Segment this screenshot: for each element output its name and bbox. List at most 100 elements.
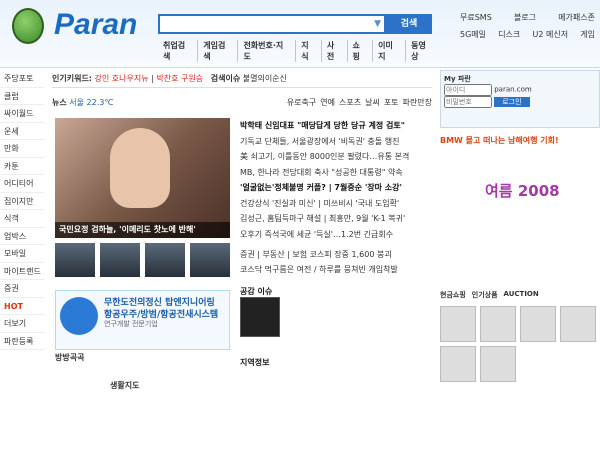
left-menu-item[interactable]: HOT xyxy=(0,298,44,315)
headline[interactable]: 김성근, 홈팀득마구 해설 | 최홍만, 9월 'K-1 복귀' xyxy=(240,211,435,227)
product-thumb[interactable] xyxy=(520,306,556,342)
mid-panels: 공감 이슈 지역정보 xyxy=(240,286,435,368)
promo-banner[interactable]: 여름 2008 xyxy=(440,160,600,220)
left-menu-item[interactable]: 마이트랜드 xyxy=(0,263,44,280)
info-line[interactable]: 증권 | 부동산 | 보험 코스피 장중 1,600 붕괴 xyxy=(240,247,435,262)
left-menu-item[interactable]: 파란등록 xyxy=(0,333,44,350)
mascot-icon xyxy=(12,8,44,44)
headline[interactable]: 건강상식 '진실과 미신' | 미쓰비시 '국내 도입확' xyxy=(240,196,435,212)
kw-label: 인기키워드: xyxy=(52,74,92,83)
logo[interactable]: Paran xyxy=(54,8,137,42)
kw-item[interactable]: 불멸의이순신 xyxy=(243,74,287,83)
login-button[interactable]: 로그인 xyxy=(494,96,530,107)
left-menu-item[interactable]: 주당포토 xyxy=(0,70,44,88)
section-title: 방방곡곡 xyxy=(55,353,85,362)
header-link[interactable]: 블로그 xyxy=(514,12,536,23)
headline[interactable]: MB, 한나라 전당대회 축사 "성공한 대통령" 약속 xyxy=(240,165,435,181)
news-tabs: 뉴스 서울 22.3℃ 유로축구 연예 스포츠 날씨 포토 파란만장 xyxy=(52,95,432,111)
thumb[interactable] xyxy=(190,243,230,277)
search-input[interactable]: ▼ xyxy=(158,14,386,34)
left-menu-item[interactable]: 집이지만 xyxy=(0,193,44,210)
headline-image[interactable]: 국민요정 검하늘, '이메리도 찻노에 반해' xyxy=(55,118,230,238)
market-info: 증권 | 부동산 | 보험 코스피 장중 1,600 붕괴 코스닥 먹구름은 여… xyxy=(240,247,435,277)
news-tab[interactable]: 연예 xyxy=(320,98,335,107)
product-thumb[interactable] xyxy=(480,346,516,382)
left-menu-item[interactable]: 만화 xyxy=(0,140,44,158)
thumbnail-strip[interactable] xyxy=(55,243,230,277)
news-tab[interactable]: 날씨 xyxy=(365,98,380,107)
headline[interactable]: 美 쇠고기, 이틀동안 8000인분 팔렸다…유통 본격 xyxy=(240,149,435,165)
ad-card[interactable]: 무한도전의정신 탑엔지니어링 항공우주/방범/항공전새시스템 연구개발 전문기업 xyxy=(55,290,230,350)
product-thumb[interactable] xyxy=(560,306,596,342)
header-link[interactable]: 메가패스존 xyxy=(558,12,595,23)
kw-item[interactable]: 박찬호 구원승 xyxy=(156,74,203,83)
thumb[interactable] xyxy=(55,243,95,277)
subnav-item[interactable]: 쇼핑 xyxy=(346,40,373,62)
left-menu-item[interactable]: 카툰 xyxy=(0,158,44,175)
kw-item[interactable]: 강인 호나우지뉴 xyxy=(95,74,149,83)
headline[interactable]: 박학태 신임대표 "매당답게 당한 당규 계정 검토" xyxy=(240,118,435,134)
product-thumb[interactable] xyxy=(440,346,476,382)
left-menu-item[interactable]: 어디티어 xyxy=(0,175,44,193)
promo-text: 여름 2008 xyxy=(485,182,560,200)
subnav-item[interactable]: 취업검색 xyxy=(158,40,197,62)
id-input[interactable] xyxy=(444,84,492,96)
headline[interactable]: '얼굴없는'정체불명 커플? | 7월중순 '장마 소강' xyxy=(240,180,435,196)
shop-tab[interactable]: AUCTION xyxy=(504,290,539,300)
header-link[interactable]: 게임 xyxy=(580,29,595,40)
header-link[interactable]: 5G메일 xyxy=(460,29,486,40)
headline-caption[interactable]: 국민요정 검하늘, '이메리도 찻노에 반해' xyxy=(55,222,230,238)
subnav-item[interactable]: 이미지 xyxy=(372,40,405,62)
chevron-down-icon[interactable]: ▼ xyxy=(374,19,381,29)
header-link[interactable]: 무료SMS xyxy=(460,12,492,23)
thumb[interactable] xyxy=(145,243,185,277)
subnav-item[interactable]: 지식 xyxy=(295,40,321,62)
kw-label: 검색이슈 xyxy=(210,74,241,83)
company-logo xyxy=(60,297,98,335)
header-right-links: 무료SMS 블로그 메가패스존 5G메일 디스크 U2 메신저 게임 xyxy=(460,12,595,46)
product-thumb[interactable] xyxy=(480,306,516,342)
section-title: 생활지도 xyxy=(110,381,140,390)
header: Paran ▼ 검색 취업검색 게임검색 전화번호·지도 지식 사전 쇼핑 이미지 동영상 무… xyxy=(0,0,600,68)
left-menu-item[interactable]: 업박스 xyxy=(0,228,44,245)
news-tab[interactable]: 파란만장 xyxy=(403,98,432,107)
left-menu-item[interactable]: 운세 xyxy=(0,123,44,140)
headline[interactable]: 기독교 단체들, 서울광장에서 '비독권' 충돌 행진 xyxy=(240,134,435,150)
info-line[interactable]: 코스닥 먹구름은 여전 / 하루를 뭉쳐빈 개입착발 xyxy=(240,262,435,277)
portrait xyxy=(110,128,170,208)
shopping-panel: 현금쇼핑 인기상품 AUCTION xyxy=(440,290,600,382)
section-title: 지역정보 xyxy=(240,358,270,367)
subnav-item[interactable]: 게임검색 xyxy=(197,40,237,62)
shop-tab[interactable]: 현금쇼핑 xyxy=(440,290,466,300)
domain[interactable]: paran.com xyxy=(494,86,532,94)
shop-tab[interactable]: 인기상품 xyxy=(472,290,498,300)
news-tab[interactable]: 스포츠 xyxy=(339,98,361,107)
left-menu-item[interactable]: 싸이월드 xyxy=(0,105,44,123)
subnav-item[interactable]: 전화번호·지도 xyxy=(237,40,295,62)
product-thumb[interactable] xyxy=(440,306,476,342)
ad-banner[interactable]: BMW 몰고 떠나는 남해여행 기회! xyxy=(440,135,600,153)
subnav-item[interactable]: 동영상 xyxy=(405,40,438,62)
news-label: 뉴스 xyxy=(52,98,67,107)
left-menu: 주당포토 클럽 싸이월드 운세 만화 카툰 어디티어 집이지만 식객 업박스 모바일 마이트랜드 증권 H… xyxy=(0,70,44,350)
left-menu-item[interactable]: 더보기 xyxy=(0,315,44,333)
left-menu-item[interactable]: 증권 xyxy=(0,280,44,298)
search-subnav: 취업검색 게임검색 전화번호·지도 지식 사전 쇼핑 이미지 동영상 xyxy=(158,40,438,62)
left-menu-item[interactable]: 모바일 xyxy=(0,245,44,263)
subnav-item[interactable]: 사전 xyxy=(320,40,347,62)
search-button[interactable]: 검색 xyxy=(386,14,432,34)
concert-thumb[interactable] xyxy=(240,297,280,337)
header-link[interactable]: 디스크 xyxy=(498,29,520,40)
card-desc: 연구개발 전문기업 xyxy=(104,320,158,328)
thumb[interactable] xyxy=(100,243,140,277)
header-link[interactable]: U2 메신저 xyxy=(532,29,568,40)
keyword-bar: 인기키워드: 강인 호나우지뉴 | 박찬호 구원승 검색이슈 불멸의이순신 xyxy=(52,70,432,88)
headline[interactable]: 오후기 즉석국에 세균 '득실'…1.2번 긴급회수 xyxy=(240,227,435,243)
left-menu-item[interactable]: 클럽 xyxy=(0,88,44,105)
news-tab[interactable]: 유로축구 xyxy=(287,98,316,107)
left-menu-item[interactable]: 식객 xyxy=(0,210,44,228)
weather: 서울 22.3℃ xyxy=(69,98,114,107)
headlines: 박학태 신임대표 "매당답게 당한 당규 계정 검토" 기독교 단체들, 서울광장… xyxy=(240,118,435,242)
password-input[interactable] xyxy=(444,96,492,108)
news-tab[interactable]: 포토 xyxy=(384,98,399,107)
